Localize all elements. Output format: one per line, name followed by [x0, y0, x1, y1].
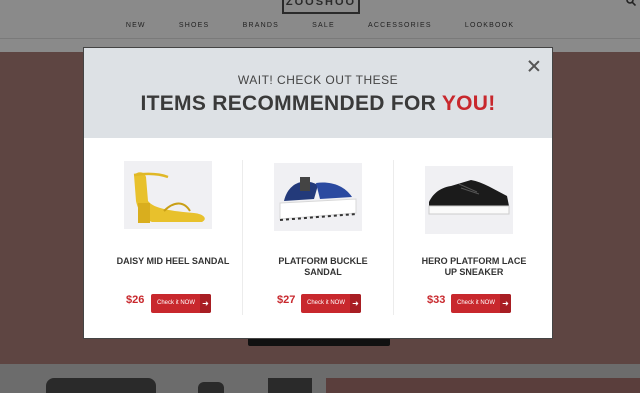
product-image[interactable] — [268, 378, 312, 393]
modal-headline: ITEMS RECOMMENDED FOR YOU! — [84, 92, 552, 116]
arrow-right-icon: ➜ — [350, 294, 361, 313]
product-price: $26 — [126, 294, 145, 306]
product-image[interactable] — [46, 378, 156, 393]
arrow-right-icon: ➜ — [200, 294, 211, 313]
product-price: $27 — [277, 294, 296, 306]
product-image[interactable] — [198, 382, 224, 393]
arrow-right-icon: ➜ — [500, 294, 511, 313]
search-icon[interactable] — [626, 0, 637, 9]
platform-sandal-image[interactable] — [274, 163, 362, 231]
product-name[interactable]: HERO PLATFORM LACE UP SNEAKER — [399, 256, 549, 278]
product-name[interactable]: DAISY MID HEEL SANDAL — [98, 256, 248, 267]
cta-label: Check it NOW — [457, 300, 496, 306]
promo-banner[interactable] — [326, 378, 640, 393]
nav-divider — [0, 38, 640, 39]
nav-item-sale[interactable]: SALE — [312, 22, 335, 29]
yellow-sandal-image[interactable] — [124, 161, 212, 229]
nav-item-new[interactable]: NEW — [126, 22, 146, 29]
nav-item-brands[interactable]: BRANDS — [243, 22, 279, 29]
nav-item-accessories[interactable]: ACCESSORIES — [368, 22, 432, 29]
check-it-now-button[interactable]: Check it NOW ➜ — [151, 294, 211, 313]
nav-item-shoes[interactable]: SHOES — [179, 22, 210, 29]
nav-item-lookbook[interactable]: LOOKBOOK — [465, 22, 514, 29]
modal-kicker: WAIT! CHECK OUT THESE — [237, 73, 399, 87]
black-sneaker-image[interactable] — [425, 166, 513, 234]
cta-label: Check it NOW — [157, 300, 196, 306]
product-card[interactable]: DAISY MID HEEL SANDAL $26 Check it NOW ➜ — [98, 138, 248, 338]
headline-main: ITEMS RECOMMENDED FOR — [140, 92, 442, 115]
product-name[interactable]: PLATFORM BUCKLE SANDAL — [248, 256, 398, 278]
check-it-now-button[interactable]: Check it NOW ➜ — [301, 294, 361, 313]
close-icon[interactable] — [528, 60, 540, 72]
cta-label: Check it NOW — [307, 300, 346, 306]
site-logo[interactable]: ZOOSHOO — [282, 0, 360, 14]
check-it-now-button[interactable]: Check it NOW ➜ — [451, 294, 511, 313]
product-strip — [0, 364, 640, 393]
product-card[interactable]: PLATFORM BUCKLE SANDAL $27 Check it NOW … — [248, 138, 398, 338]
product-list: DAISY MID HEEL SANDAL $26 Check it NOW ➜ — [84, 138, 552, 338]
headline-accent: YOU! — [441, 92, 496, 115]
modal-header: WAIT! CHECK OUT THESE ITEMS RECOMMENDED … — [84, 48, 552, 138]
product-card[interactable]: HERO PLATFORM LACE UP SNEAKER $33 Check … — [399, 138, 549, 338]
site-header: ZOOSHOO NEW SHOES BRANDS SALE ACCESSORIE… — [0, 0, 640, 52]
product-price: $33 — [427, 294, 446, 306]
main-nav: NEW SHOES BRANDS SALE ACCESSORIES LOOKBO… — [0, 22, 640, 29]
recommendation-modal: WAIT! CHECK OUT THESE ITEMS RECOMMENDED … — [84, 48, 552, 338]
